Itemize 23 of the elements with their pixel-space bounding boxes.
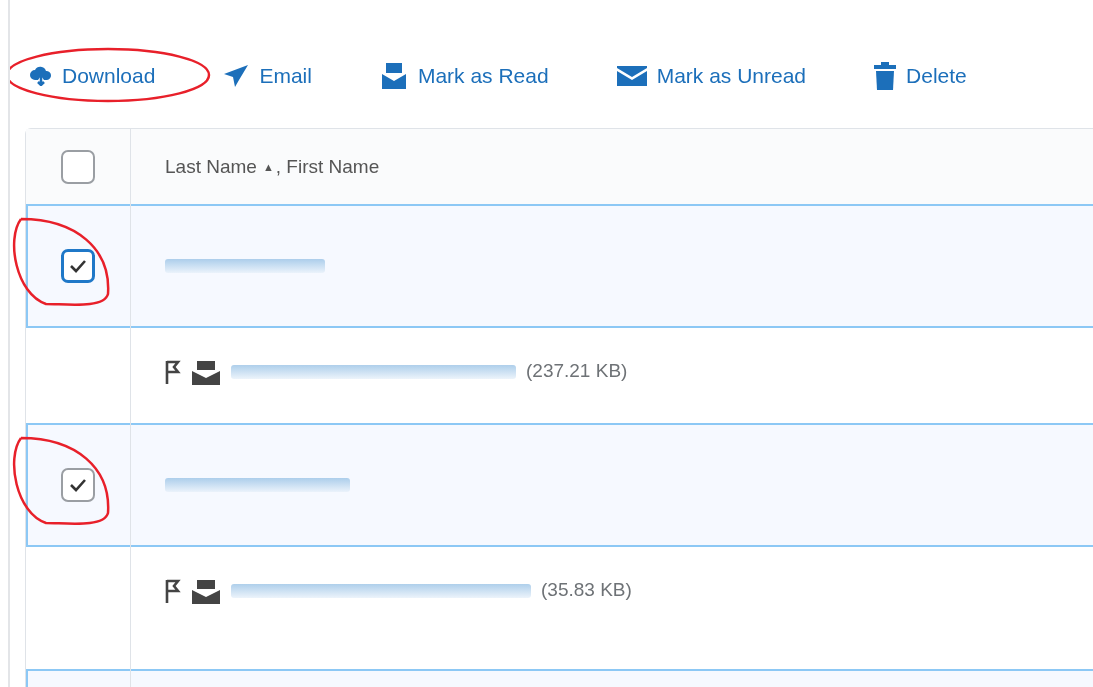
flag-icon [165,360,181,384]
toolbar-button[interactable]: Mark as Read [375,58,553,94]
trash-icon [874,62,897,90]
checkbox[interactable] [61,468,95,502]
toolbar-button[interactable]: Email [219,58,316,94]
flag-icon [165,579,181,603]
file-size: (237.21 KB) [526,360,628,382]
checkbox[interactable] [61,149,95,184]
column-header[interactable]: Last Name [165,155,257,178]
redacted-file-link[interactable] [231,365,516,379]
sort-indicator: ▲ [262,160,274,173]
redacted-file-link[interactable] [231,584,531,598]
checkbox[interactable] [61,249,95,283]
toolbar-button[interactable]: Delete [870,58,971,94]
inbox-icon [191,579,221,605]
cloud-download-icon [30,66,52,86]
column-header[interactable]: , First Name [275,155,380,178]
send-icon [223,64,250,88]
open-envelope-icon [379,62,408,90]
file-size: (35.83 KB) [541,579,632,601]
envelope-icon [616,66,647,86]
inbox-icon [191,360,221,386]
toolbar-button[interactable]: Mark as Unread [612,58,811,94]
